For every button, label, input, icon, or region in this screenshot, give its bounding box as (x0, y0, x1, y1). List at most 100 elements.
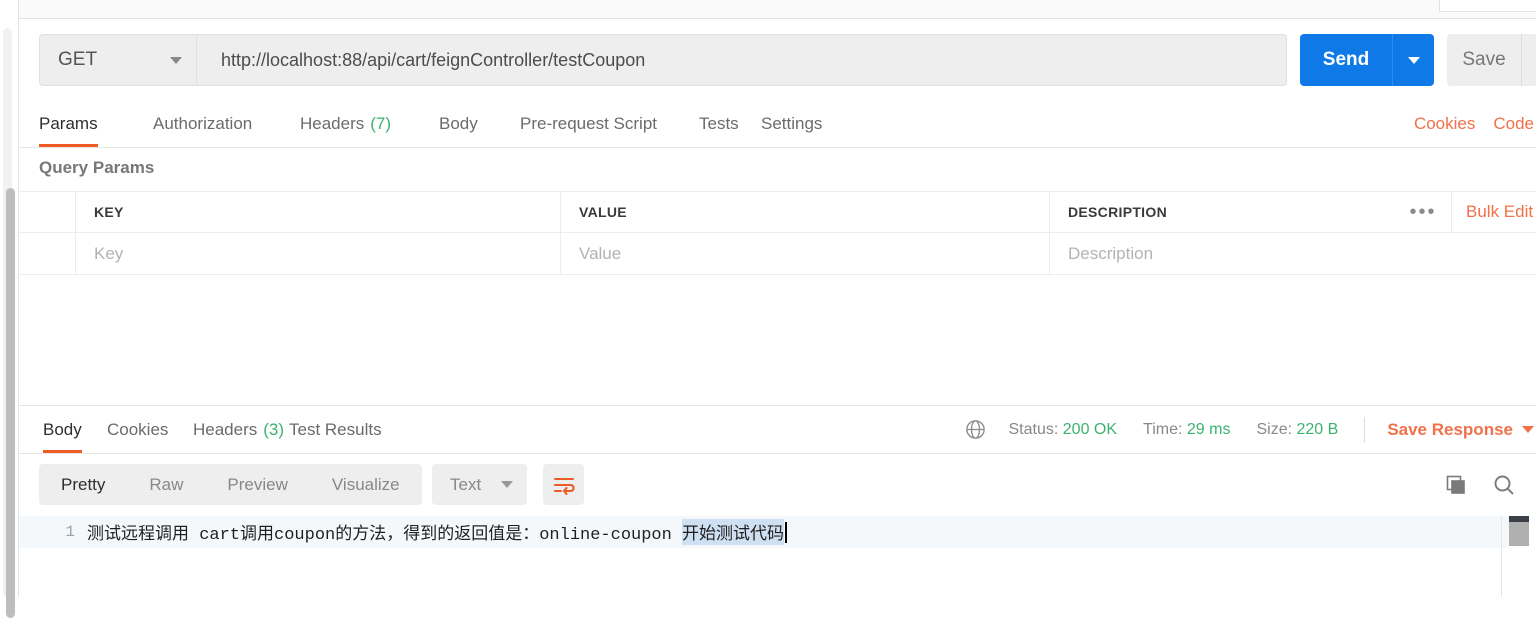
tab-label: Body (43, 419, 82, 439)
response-body-icons (1444, 464, 1516, 505)
line-number: 1 (65, 523, 75, 541)
request-tabs: Params Authorization Headers (7) Body Pr… (19, 101, 1536, 148)
tab-params[interactable]: Params (39, 101, 98, 147)
tab-label: Cookies (107, 419, 169, 439)
size-value: 220 B (1296, 420, 1339, 438)
globe-icon (964, 418, 987, 441)
time-label: Time: (1143, 420, 1183, 438)
format-tab-group: Pretty Raw Preview Visualize (39, 464, 422, 505)
response-tab-test-results[interactable]: Test Results (289, 406, 382, 453)
header-checkbox-cell (19, 192, 76, 232)
tab-headers[interactable]: Headers (7) (300, 101, 391, 147)
save-response-button[interactable]: Save Response (1387, 420, 1534, 440)
tab-settings[interactable]: Settings (761, 101, 822, 147)
tab-count-badge: (3) (263, 419, 285, 439)
text-caret (785, 521, 788, 543)
header-value: VALUE (561, 192, 1050, 232)
send-button-group: Send (1300, 34, 1434, 86)
value-input[interactable]: Value (561, 233, 1050, 274)
chevron-down-icon (170, 56, 182, 64)
request-tab-stub[interactable] (1439, 0, 1536, 12)
status-label: Status: (1008, 420, 1059, 438)
size-label: Size: (1256, 420, 1293, 438)
sidebar-scrollbar-thumb[interactable] (6, 188, 15, 618)
format-tab-raw[interactable]: Raw (127, 464, 205, 505)
row-tools (1395, 233, 1536, 274)
size-badge: Size: 220 B (1256, 421, 1338, 439)
response-bar: Body Cookies Headers (3) Test Results St… (19, 406, 1536, 454)
response-format-toolbar: Pretty Raw Preview Visualize Text (19, 454, 1536, 516)
tab-label: Test Results (289, 419, 382, 439)
tab-label: Settings (761, 114, 823, 133)
table-header-row: KEY VALUE DESCRIPTION ••• Bulk Edit (19, 191, 1536, 233)
http-method-label: GET (58, 49, 98, 70)
cookies-link[interactable]: Cookies (1414, 114, 1475, 134)
http-method-select[interactable]: GET (39, 34, 196, 86)
header-key: KEY (76, 192, 561, 232)
tab-label: Params (39, 114, 98, 133)
tab-body[interactable]: Body (439, 101, 478, 147)
response-tab-headers[interactable]: Headers (3) (193, 406, 284, 453)
row-checkbox-cell[interactable] (19, 233, 76, 274)
save-response-label: Save Response (1387, 419, 1513, 439)
status-badge: Status: 200 OK (1009, 421, 1118, 439)
chevron-down-icon (501, 481, 513, 488)
query-params-title: Query Params (39, 158, 155, 177)
ellipsis-icon[interactable]: ••• (1395, 192, 1452, 232)
content-type-dropdown[interactable]: Text (432, 464, 527, 505)
request-tab-strip (19, 0, 1536, 19)
url-input[interactable]: http://localhost:88/api/cart/feignContro… (196, 34, 1287, 86)
status-value: 200 OK (1062, 420, 1118, 438)
code-link[interactable]: Code (1493, 114, 1534, 134)
save-options-button[interactable] (1521, 34, 1536, 86)
code-line: 1 测试远程调用 cart调用coupon的方法，得到的返回值是：online-… (19, 516, 1509, 548)
query-params-table: KEY VALUE DESCRIPTION ••• Bulk Edit Key … (19, 191, 1536, 275)
left-rail (0, 0, 19, 618)
content-type-label: Text (450, 474, 482, 494)
chevron-down-icon (1522, 426, 1534, 433)
tab-tests[interactable]: Tests (699, 101, 739, 147)
tab-label: Body (439, 114, 478, 133)
response-body-plain: 测试远程调用 cart调用coupon的方法，得到的返回值是：online-co… (87, 526, 683, 545)
tab-label: Tests (699, 114, 739, 133)
tab-count-badge: (7) (370, 114, 392, 133)
copy-icon[interactable] (1444, 473, 1468, 497)
send-options-button[interactable] (1392, 34, 1434, 86)
save-button-group: Save (1447, 34, 1536, 86)
request-url-row: GET http://localhost:88/api/cart/feignCo… (19, 19, 1536, 101)
format-tab-pretty[interactable]: Pretty (39, 464, 127, 505)
table-tools: ••• Bulk Edit (1395, 192, 1536, 232)
tab-label: Headers (300, 114, 365, 133)
search-icon[interactable] (1492, 473, 1516, 497)
response-body-editor[interactable]: 1 测试远程调用 cart调用coupon的方法，得到的返回值是：online-… (19, 516, 1536, 597)
response-status-cluster: Status: 200 OK Time: 29 ms Size: 220 B S… (964, 406, 1534, 453)
key-input[interactable]: Key (76, 233, 561, 274)
table-row: Key Value Description (19, 233, 1536, 275)
tab-label: Pre-request Script (520, 114, 657, 133)
request-header-links: Cookies Code (1414, 101, 1536, 147)
tab-label: Authorization (153, 114, 253, 133)
time-value: 29 ms (1186, 420, 1231, 438)
tab-authorization[interactable]: Authorization (153, 101, 252, 147)
response-body-text: 测试远程调用 cart调用coupon的方法，得到的返回值是：online-co… (87, 519, 788, 545)
divider (1364, 416, 1366, 443)
editor-scrollbar-track[interactable] (1501, 516, 1502, 597)
params-empty-area (19, 276, 1536, 406)
response-body-selection: 开始测试代码 (682, 519, 785, 545)
save-button[interactable]: Save (1447, 34, 1521, 86)
time-badge: Time: 29 ms (1143, 421, 1230, 439)
chevron-down-icon (1407, 56, 1420, 64)
description-input[interactable]: Description (1050, 233, 1395, 274)
editor-scrollbar-cap (1509, 516, 1529, 522)
word-wrap-button[interactable] (543, 464, 584, 505)
send-button[interactable]: Send (1300, 34, 1392, 86)
tab-pre-request-script[interactable]: Pre-request Script (520, 101, 657, 147)
sidebar-scrollbar-track[interactable] (3, 28, 15, 618)
response-tab-cookies[interactable]: Cookies (107, 406, 168, 453)
format-tab-preview[interactable]: Preview (205, 464, 309, 505)
bulk-edit-button[interactable]: Bulk Edit (1452, 192, 1536, 232)
format-tab-visualize[interactable]: Visualize (310, 464, 422, 505)
tab-label: Headers (193, 419, 258, 439)
header-description: DESCRIPTION (1068, 204, 1167, 220)
response-tab-body[interactable]: Body (43, 406, 82, 453)
